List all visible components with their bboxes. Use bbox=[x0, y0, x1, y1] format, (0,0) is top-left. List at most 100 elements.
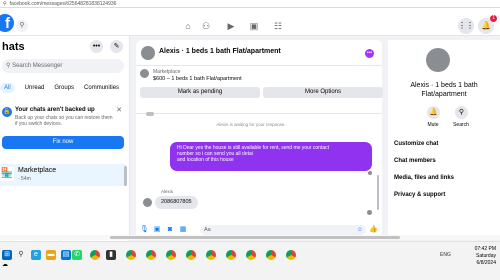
facebook-top-bar: f ⚲ ⌂ ⚇ ▶ ▣ ☷ ⋮⋮ 🔔 1 bbox=[0, 8, 500, 36]
sender-name: Alexis bbox=[161, 189, 174, 194]
terminal-icon[interactable]: ▮ bbox=[106, 250, 116, 260]
gif-icon[interactable]: ▦ bbox=[179, 225, 187, 234]
notification-badge: 1 bbox=[490, 15, 497, 22]
message-input[interactable]: Aa ☺ bbox=[200, 225, 366, 235]
outgoing-message: Hi Dear yes the house is still available… bbox=[170, 142, 372, 171]
more-options-icon[interactable]: ••• bbox=[90, 40, 103, 53]
info-icon[interactable]: ••• bbox=[365, 49, 374, 58]
filter-all[interactable]: All bbox=[0, 83, 15, 93]
new-message-icon[interactable]: ✎ bbox=[110, 40, 123, 53]
profile-name-line: Alexis · 1 beds 1 bath bbox=[410, 82, 478, 89]
search-icon[interactable]: ⚲ bbox=[455, 106, 468, 119]
menu-grid-icon[interactable]: ⋮⋮ bbox=[458, 18, 474, 34]
messenger-search-input[interactable]: ⚲ Search Messenger bbox=[2, 59, 124, 73]
conversation-panel: Alexis · 1 beds 1 bath Flat/apartment ••… bbox=[136, 40, 383, 238]
friends-icon[interactable]: ⚇ bbox=[200, 21, 212, 31]
facebook-logo-icon[interactable]: f bbox=[0, 14, 14, 32]
sticker-icon[interactable]: ◙ bbox=[166, 225, 174, 234]
composer-placeholder: Aa bbox=[204, 227, 211, 233]
typing-indicator bbox=[146, 112, 154, 116]
sidebar-scrollbar[interactable] bbox=[124, 166, 127, 186]
chat-filters: All Unread Groups Communities bbox=[0, 83, 129, 93]
chat-members-section[interactable]: Chat members bbox=[394, 158, 436, 164]
profile-avatar[interactable] bbox=[426, 48, 450, 72]
backup-text: Back up your chats so you can restore th… bbox=[15, 115, 113, 127]
search-icon[interactable]: ⚲ bbox=[16, 20, 28, 32]
chat-time: · 54m bbox=[18, 176, 31, 182]
listing-avatar bbox=[140, 69, 149, 78]
edge-icon[interactable]: e bbox=[31, 250, 41, 260]
filter-communities[interactable]: Communities bbox=[84, 83, 119, 93]
search-label: Search bbox=[453, 122, 469, 128]
avatar[interactable] bbox=[141, 46, 155, 60]
chrome-icon[interactable] bbox=[166, 250, 176, 260]
system-clock[interactable]: 07:42 PM Saturday 6/8/2024 bbox=[458, 246, 496, 267]
incoming-message: 2086807805 bbox=[155, 196, 198, 209]
site-info-icon[interactable]: ⚲ bbox=[3, 1, 7, 7]
store-icon[interactable]: ▤ bbox=[61, 250, 71, 260]
backup-notice: 🔒 Your chats aren't backed up Back up yo… bbox=[2, 105, 126, 157]
message-line: and location of this house bbox=[177, 157, 234, 163]
chrome-icon[interactable] bbox=[206, 250, 216, 260]
backup-title: Your chats aren't backed up bbox=[15, 107, 95, 113]
chrome-icon[interactable] bbox=[286, 250, 296, 260]
marketplace-icon[interactable]: ▣ bbox=[248, 21, 260, 31]
chrome-icon[interactable] bbox=[126, 250, 136, 260]
close-icon[interactable]: ✕ bbox=[116, 106, 122, 114]
file-explorer-icon[interactable]: ▬ bbox=[46, 250, 56, 260]
chats-title: hats bbox=[2, 41, 25, 53]
clock-time: 07:42 PM bbox=[474, 246, 496, 252]
filter-groups[interactable]: Groups bbox=[54, 83, 74, 93]
emoji-icon[interactable]: ☺ bbox=[357, 225, 363, 235]
video-icon[interactable]: ▶ bbox=[225, 21, 237, 31]
listing-title[interactable]: $600 – 1 beds 1 bath Flat/apartment bbox=[153, 76, 242, 82]
marketplace-icon: 🏪 bbox=[0, 167, 14, 181]
chrome-icon[interactable] bbox=[266, 250, 276, 260]
customize-chat-section[interactable]: Customize chat bbox=[394, 141, 438, 147]
media-files-section[interactable]: Media, files and links bbox=[394, 175, 454, 181]
filter-unread[interactable]: Unread bbox=[25, 83, 45, 93]
search-icon[interactable]: ⚲ bbox=[16, 250, 26, 260]
windows-start-icon[interactable]: ⊞ bbox=[2, 250, 12, 260]
conversation-scrollbar[interactable] bbox=[377, 175, 379, 210]
chrome-icon[interactable] bbox=[246, 250, 256, 260]
chat-list-item[interactable]: 🏪 Marketplace · 54m bbox=[0, 164, 126, 186]
horizontal-scrollbar[interactable] bbox=[0, 235, 500, 240]
seen-avatar bbox=[367, 210, 372, 215]
clock-date: 6/8/2024 bbox=[476, 260, 496, 266]
fix-now-button[interactable]: Fix now bbox=[2, 136, 124, 149]
home-icon[interactable]: ⌂ bbox=[182, 21, 194, 31]
listing-source: Marketplace bbox=[153, 69, 181, 75]
profile-name: Alexis · 1 beds 1 bath Flat/apartment bbox=[388, 81, 500, 99]
profile-name-line: Flat/apartment bbox=[421, 91, 467, 98]
chrome-icon[interactable] bbox=[226, 250, 236, 260]
privacy-support-section[interactable]: Privacy & support bbox=[394, 192, 445, 198]
mute-bell-icon[interactable]: 🔔 bbox=[427, 106, 440, 119]
chrome-icon[interactable] bbox=[186, 250, 196, 260]
windows-taskbar: ⊞ ⚲ e ▬ ▤ ✆ ▮ ENG 07:42 PM Saturday 6/8/… bbox=[0, 241, 500, 280]
chats-sidebar: hats ••• ✎ ⚲ Search Messenger All Unread… bbox=[0, 36, 130, 241]
details-panel: Alexis · 1 beds 1 bath Flat/apartment 🔔 … bbox=[388, 40, 500, 238]
chrome-icon[interactable] bbox=[146, 250, 156, 260]
whatsapp-icon[interactable]: ✆ bbox=[72, 250, 82, 260]
like-icon[interactable]: 👍 bbox=[369, 225, 378, 233]
groups-icon[interactable]: ☷ bbox=[272, 21, 284, 31]
lock-icon: 🔒 bbox=[2, 107, 12, 117]
weather-icon[interactable]: ☁ bbox=[2, 261, 8, 268]
clock-day: Saturday bbox=[475, 253, 496, 259]
url-text[interactable]: facebook.com/messages/t/2564828183812493… bbox=[10, 1, 117, 7]
mute-label: Mute bbox=[427, 122, 439, 128]
mark-pending-button[interactable]: Mark as pending bbox=[140, 87, 260, 98]
scrollbar-thumb[interactable] bbox=[110, 236, 400, 239]
image-icon[interactable]: ▣ bbox=[153, 225, 161, 234]
chrome-icon[interactable] bbox=[90, 250, 100, 260]
notifications-icon[interactable]: 🔔 1 bbox=[478, 15, 497, 34]
address-bar[interactable]: ⚲ facebook.com/messages/t/25648281838124… bbox=[0, 0, 500, 8]
conversation-title[interactable]: Alexis · 1 beds 1 bath Flat/apartment bbox=[159, 48, 281, 55]
microphone-icon[interactable]: 🎙 bbox=[140, 225, 149, 234]
language-indicator[interactable]: ENG bbox=[440, 252, 451, 258]
read-receipt-avatar bbox=[368, 171, 372, 175]
conversation-header: Alexis · 1 beds 1 bath Flat/apartment ••… bbox=[136, 40, 382, 66]
search-placeholder: Search Messenger bbox=[12, 63, 63, 69]
more-options-button[interactable]: More Options bbox=[263, 87, 383, 98]
